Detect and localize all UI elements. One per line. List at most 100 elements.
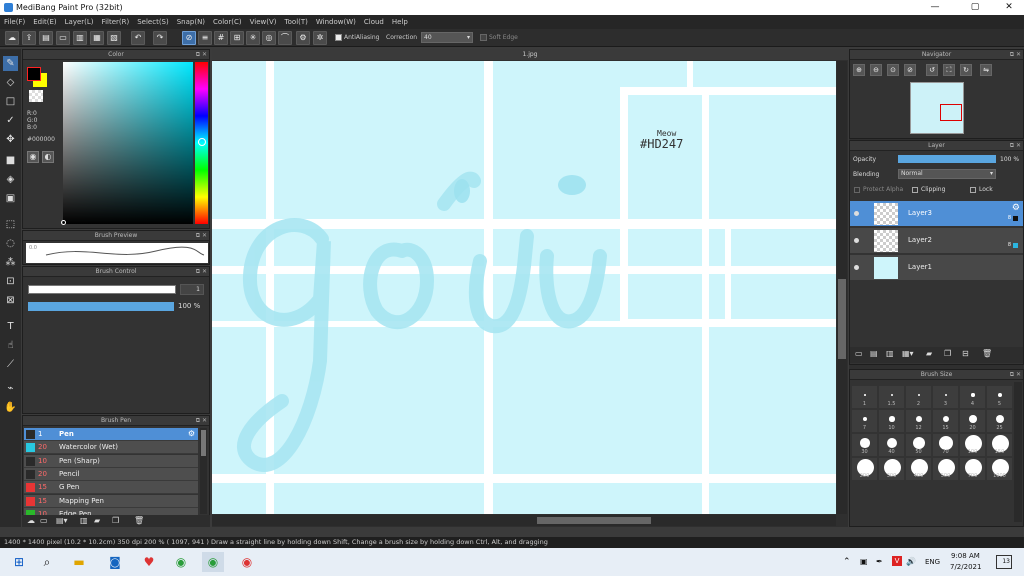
brush-size-option[interactable]: 15 — [933, 410, 959, 433]
paint-app-icon[interactable]: ♥ — [138, 552, 160, 572]
brush-size-option[interactable]: 5 — [987, 386, 1013, 409]
brush-item[interactable]: 1 Pen ⚙ — [24, 428, 198, 441]
panel-close-icon[interactable]: ⧉ ✕ — [1010, 370, 1021, 379]
tray-antivirus-icon[interactable]: V — [892, 556, 902, 566]
layer-item[interactable]: Layer2 8 — [850, 228, 1023, 254]
brush-size-option[interactable]: 12 — [906, 410, 932, 433]
brush-size-option[interactable]: 1.5 — [879, 386, 905, 409]
canvas-tab[interactable]: 1.jpg — [212, 49, 848, 60]
brush-size-option[interactable]: 2 — [906, 386, 932, 409]
file-explorer-icon[interactable]: ▬ — [68, 552, 90, 572]
cloud-icon[interactable]: ☁ — [5, 31, 19, 45]
redo-icon[interactable]: ↷ — [153, 31, 167, 45]
duplicate-icon[interactable]: ❐ — [112, 516, 119, 525]
brush-item[interactable]: 20 Pencil — [24, 467, 198, 481]
menu-color[interactable]: Color(C) — [209, 15, 246, 26]
sv-cursor[interactable] — [61, 220, 66, 225]
brush-size-option[interactable]: 4 — [960, 386, 986, 409]
brush-size-scrollbar[interactable] — [1014, 382, 1022, 522]
brush-opacity-slider[interactable] — [28, 302, 174, 311]
saturation-value-picker[interactable] — [63, 62, 193, 224]
brush-size-option[interactable]: 100 — [960, 434, 986, 457]
panel-close-icon[interactable]: ⧉ ✕ — [196, 267, 207, 276]
menu-select[interactable]: Select(S) — [133, 15, 173, 26]
lasso-tool-icon[interactable]: ◌ — [3, 236, 18, 251]
gear-icon[interactable]: ✲ — [313, 31, 327, 45]
comment-icon[interactable]: ▤ — [39, 31, 53, 45]
page-icon[interactable]: ▥ — [73, 31, 87, 45]
hue-cursor[interactable] — [198, 138, 206, 146]
brush-menu-icon[interactable]: ▤▾ — [56, 516, 68, 525]
magic-wand-tool-icon[interactable]: ⁂ — [3, 255, 18, 270]
brush-size-option[interactable]: 30 — [852, 434, 878, 457]
layer-opacity-slider[interactable] — [898, 155, 996, 163]
divide-tool-icon[interactable]: ⟋ — [3, 357, 18, 372]
folder-icon[interactable]: ▰ — [94, 516, 100, 525]
move-tool-icon[interactable]: ✥ — [3, 132, 18, 147]
brush-tool-icon[interactable]: ✎ — [3, 56, 18, 71]
add-brush-icon[interactable]: ▭ — [40, 516, 48, 525]
zoom-in-icon[interactable]: ⊕ — [853, 64, 865, 76]
chrome-active-icon[interactable]: ◉ — [202, 552, 224, 572]
brush-copy-icon[interactable]: ▥ — [80, 516, 88, 525]
foreground-color[interactable] — [27, 67, 41, 81]
soft-edge-checkbox[interactable] — [480, 34, 487, 41]
horizontal-scroll-thumb[interactable] — [537, 517, 651, 524]
drawing-canvas[interactable]: Meow #HD247 — [212, 61, 836, 514]
clock-date[interactable]: 7/2/2021 — [950, 563, 981, 571]
navigator-viewport[interactable] — [940, 104, 962, 121]
curve-snap-icon[interactable]: ⌒ — [278, 31, 292, 45]
palette-icon[interactable]: ◉ — [27, 151, 39, 163]
parallel-snap-icon[interactable]: ≡ — [198, 31, 212, 45]
layer-folder-icon[interactable]: ▰ — [926, 349, 932, 358]
brush-item[interactable]: 20 Watercolor (Wet) — [24, 441, 198, 455]
brush-size-option[interactable]: 400 — [906, 458, 932, 481]
chrome-icon[interactable]: ◉ — [170, 552, 192, 572]
fit-window-icon[interactable]: ⛶ — [943, 64, 955, 76]
grid-snap-icon[interactable]: # — [214, 31, 228, 45]
layer-item[interactable]: Layer3 8 ⚙ — [850, 201, 1023, 227]
brush-size-option[interactable]: 700 — [960, 458, 986, 481]
brush-size-option[interactable]: 1 — [852, 386, 878, 409]
layer-item[interactable]: Layer1 — [850, 255, 1023, 281]
swatch-icon[interactable]: ◐ — [42, 151, 54, 163]
tray-pen-icon[interactable]: ✒ — [876, 557, 883, 566]
brush-list-scrollbar[interactable] — [200, 428, 207, 514]
select-eraser-tool-icon[interactable]: ⊠ — [3, 293, 18, 308]
merge-layer-icon[interactable]: ⊟ — [962, 349, 969, 358]
minimize-button[interactable]: — — [920, 0, 950, 15]
zoom-actual-icon[interactable]: ⊘ — [904, 64, 916, 76]
cloud-brush-icon[interactable]: ☁ — [27, 516, 35, 525]
rotate-right-icon[interactable]: ↻ — [960, 64, 972, 76]
brush-size-option[interactable]: 25 — [987, 410, 1013, 433]
add-8bit-layer-icon[interactable]: ▥ — [886, 349, 894, 358]
gradient-tool-icon[interactable]: ▣ — [3, 191, 18, 206]
rectangle-tool-icon[interactable]: □ — [3, 94, 18, 109]
notification-icon[interactable]: 13 — [996, 555, 1012, 569]
brush-size-slider[interactable] — [28, 285, 176, 294]
chat-icon[interactable]: ▭ — [56, 31, 70, 45]
panel-close-icon[interactable]: ⧉ ✕ — [196, 231, 207, 240]
brush-size-option[interactable]: 70 — [933, 434, 959, 457]
clipping-checkbox[interactable] — [912, 187, 918, 193]
share-icon[interactable]: ⇪ — [22, 31, 36, 45]
brush-size-option[interactable]: 500 — [933, 458, 959, 481]
brush-item[interactable]: 15 Mapping Pen — [24, 494, 198, 508]
transparent-color[interactable] — [29, 90, 43, 102]
clock-time[interactable]: 9:08 AM — [951, 552, 980, 560]
brush-size-option[interactable]: 3 — [933, 386, 959, 409]
protect-alpha-checkbox[interactable] — [854, 187, 860, 193]
brush-size-option[interactable]: 7 — [852, 410, 878, 433]
rotate-left-icon[interactable]: ↺ — [926, 64, 938, 76]
correction-select[interactable]: 40 ▾ — [421, 32, 473, 43]
menu-window[interactable]: Window(W) — [312, 15, 360, 26]
menu-help[interactable]: Help — [388, 15, 412, 26]
brush-item[interactable]: 10 Pen (Sharp) — [24, 454, 198, 468]
perspective-snap-icon[interactable]: ⊞ — [230, 31, 244, 45]
brush-size-option[interactable]: 50 — [906, 434, 932, 457]
layer-settings-gear-icon[interactable]: ⚙ — [1012, 203, 1020, 213]
zoom-out-icon[interactable]: ⊖ — [870, 64, 882, 76]
language-indicator[interactable]: ENG — [925, 558, 940, 566]
undo-icon[interactable]: ↶ — [131, 31, 145, 45]
zoom-fit-icon[interactable]: ⊙ — [887, 64, 899, 76]
